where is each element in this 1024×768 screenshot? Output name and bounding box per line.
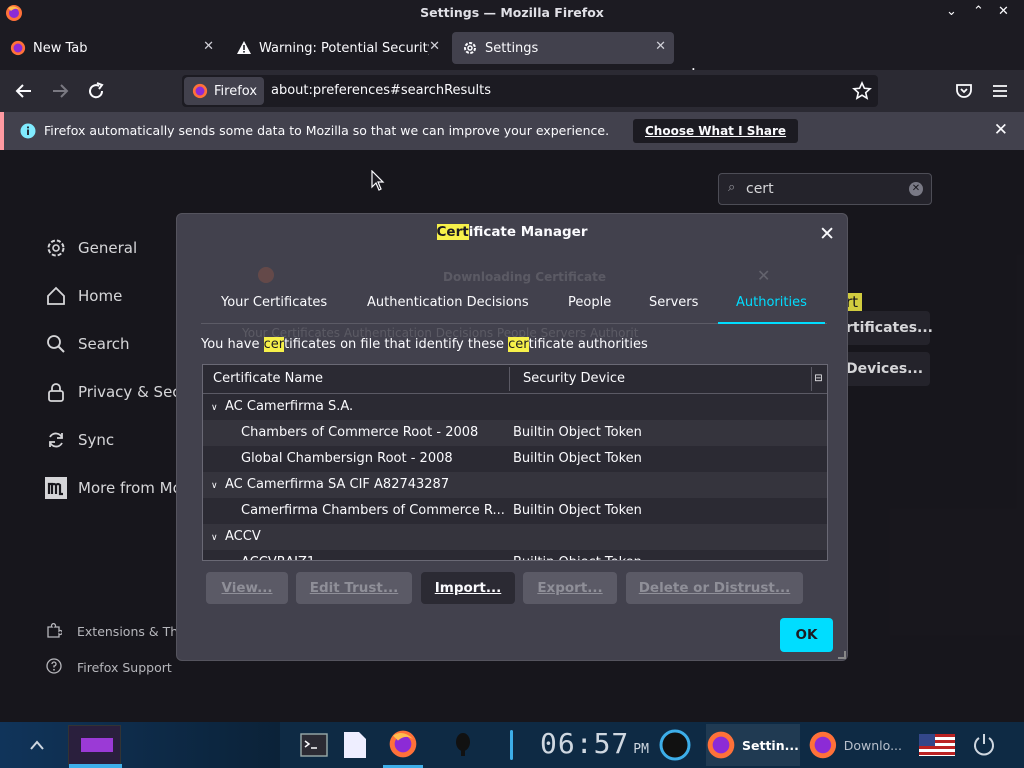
system-taskbar: 06:57 PM Settin... Downlo... [0,722,1024,768]
taskbar-app-settings[interactable]: Settin... [706,724,800,766]
power-icon[interactable] [968,722,1000,768]
identity-label: Firefox [214,83,258,99]
taskbar-app-label: Settin... [742,737,799,753]
clock-ampm: PM [633,742,649,757]
delete-or-distrust-button[interactable]: Delete or Distrust... [626,572,803,604]
firefox-app-icon [707,731,735,759]
telemetry-notification-bar: Firefox automatically sends some data to… [0,112,1024,150]
tab-label: Settings [485,40,539,56]
title-rest: ificate Manager [468,224,588,240]
forward-arrow-icon[interactable] [49,80,71,102]
firefox-app-icon [809,731,837,759]
import-button[interactable]: Import... [421,572,515,604]
desktop-pager-icon[interactable] [67,722,122,768]
microphone-icon[interactable] [450,722,476,768]
edit-trust-button[interactable]: Edit Trust... [296,572,412,604]
tab-your-certificates[interactable]: Your Certificates [203,292,345,324]
tab-settings[interactable]: Settings ✕ [452,32,674,64]
tab-authentication-decisions[interactable]: Authentication Decisions [349,292,547,324]
terminal-icon[interactable] [295,722,333,768]
notification-text: Firefox automatically sends some data to… [44,123,610,138]
resize-grip[interactable] [838,651,846,659]
close-tab-icon[interactable]: ✕ [203,39,214,54]
tree-row-group[interactable]: ∨ ACCV [203,524,827,550]
navigation-toolbar: Firefox about:preferences#searchResults [0,70,1024,112]
ok-button[interactable]: OK [780,618,833,652]
tab-label: Warning: Potential Security [259,40,429,56]
app-menu-up-icon[interactable] [22,722,52,768]
url-bar[interactable]: Firefox about:preferences#searchResults [182,75,878,107]
close-notification-icon[interactable]: ✕ [994,120,1008,140]
tab-strip: New Tab ✕ Warning: Potential Security ✕ … [0,26,1024,86]
us-flag-keyboard-layout-icon[interactable] [918,722,956,768]
column-picker-icon[interactable]: ⊟ [811,367,825,391]
chevron-down-icon: ∨ [211,403,218,413]
chevron-down-icon: ∨ [211,481,218,491]
firefox-badge-icon [192,83,208,99]
tree-row[interactable]: ACCVRAIZ1 Builtin Object Token [203,550,827,560]
volume-slider-icon[interactable] [500,722,522,768]
tree-row[interactable]: Chambers of Commerce Root - 2008 Builtin… [203,420,827,446]
firefox-taskbar-icon[interactable] [383,722,423,768]
certificate-tabs: Your Certificates Authentication Decisio… [201,292,827,324]
activity-circle-icon[interactable] [656,722,694,768]
column-separator[interactable] [509,367,510,391]
firefox-ghost-icon [258,267,274,283]
column-security-device[interactable]: Security Device [523,371,625,386]
bookmark-star-icon[interactable] [852,81,872,101]
taskbar-app-downloading[interactable]: Downlo... [808,724,902,766]
mouse-cursor-icon [371,170,385,191]
close-tab-icon[interactable]: ✕ [429,39,440,54]
firefox-tab-icon [10,40,26,56]
close-tab-icon[interactable]: ✕ [655,39,666,54]
chevron-down-icon: ∨ [211,533,218,543]
view-button[interactable]: View... [206,572,288,604]
dialog-title: Certificate Manager [177,224,847,240]
tab-people[interactable]: People [550,292,629,324]
window-title: Settings — Mozilla Firefox [420,5,604,20]
close-window-icon[interactable]: ✕ [998,4,1009,19]
gear-icon [464,42,476,54]
choose-what-i-share-button[interactable]: Choose What I Share [633,119,799,143]
close-dialog-icon[interactable]: ✕ [819,223,835,245]
url-text[interactable]: about:preferences#searchResults [271,83,491,98]
ghost-close-icon: ✕ [757,266,771,285]
tab-label: New Tab [33,40,88,56]
tree-row[interactable]: Global Chambersign Root - 2008 Builtin O… [203,446,827,472]
clock-time: 06:57 [540,727,630,760]
minimize-icon[interactable]: ⌄ [946,4,957,19]
tab-new-tab[interactable]: New Tab ✕ [0,32,222,64]
identity-badge[interactable]: Firefox [184,77,264,105]
hamburger-menu-icon[interactable] [989,80,1011,102]
authorities-intro-text: You have certificates on file that ident… [201,337,648,352]
info-icon [20,123,36,139]
maximize-icon[interactable]: ⌃ [973,4,984,19]
file-manager-icon[interactable] [338,722,372,768]
pocket-icon[interactable] [953,80,975,102]
tree-row-group[interactable]: ∨ AC Camerfirma S.A. [203,394,827,420]
certificate-manager-dialog: Certificate Manager ✕ Downloading Certif… [176,213,848,661]
window-titlebar: Settings — Mozilla Firefox ⌄ ⌃ ✕ [0,0,1024,26]
back-arrow-icon[interactable] [13,80,35,102]
tab-authorities[interactable]: Authorities [718,292,825,324]
taskbar-clock[interactable]: 06:57 PM [540,727,649,760]
tree-header: Certificate Name Security Device ⊟ [203,365,827,394]
column-certificate-name[interactable]: Certificate Name [213,371,323,386]
tab-servers[interactable]: Servers [631,292,716,324]
title-highlight: Cert [436,224,469,240]
warning-icon [237,41,251,54]
tree-row-group[interactable]: ∨ AC Camerfirma SA CIF A82743287 [203,472,827,498]
ghost-title: Downloading Certificate [443,270,606,284]
export-button[interactable]: Export... [523,572,617,604]
tree-row[interactable]: Camerfirma Chambers of Commerce R... Bui… [203,498,827,524]
taskbar-app-label: Downlo... [843,737,902,753]
reload-icon[interactable] [85,80,107,102]
tab-warning[interactable]: Warning: Potential Security ✕ [226,32,448,64]
certificate-tree[interactable]: Certificate Name Security Device ⊟ ∨ AC C… [202,364,828,561]
